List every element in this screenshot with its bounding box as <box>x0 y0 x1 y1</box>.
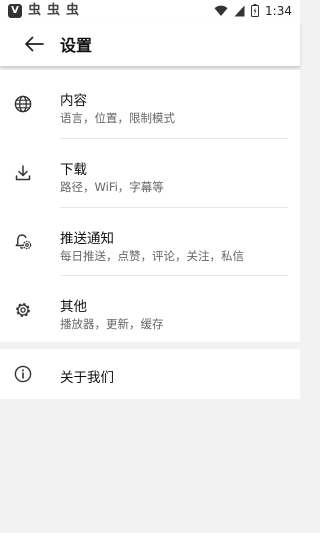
status-bar-system: 1:34 <box>214 2 300 21</box>
globe-icon <box>13 94 33 114</box>
settings-item-subtitle: 语言，位置，限制模式 <box>60 111 175 125</box>
notification-icon: 虫 <box>28 3 42 18</box>
page-title: 设置 <box>60 36 93 55</box>
app-bar: 设置 <box>0 22 300 66</box>
signal-icon <box>234 2 245 21</box>
settings-item-title: 下载 <box>60 162 87 178</box>
settings-item-title: 内容 <box>60 93 87 109</box>
settings-item-subtitle: 路径，WiFi，字幕等 <box>60 180 164 194</box>
settings-item-other[interactable]: 其他 播放器，更新，缓存 <box>0 276 300 343</box>
info-icon <box>13 364 33 384</box>
download-icon <box>13 163 33 183</box>
app-badge-icon: V <box>8 4 22 18</box>
gear-icon <box>13 300 33 320</box>
settings-screen: V 虫 虫 虫 1:34 设置 内容 语言，位置，限制模式 下载 路径，WiFi… <box>0 0 300 533</box>
settings-list: 内容 语言，位置，限制模式 下载 路径，WiFi，字幕等 推送通知 每日推送，点… <box>0 70 300 342</box>
status-bar: V 虫 虫 虫 1:34 <box>0 0 300 22</box>
status-time: 1:34 <box>265 4 292 18</box>
arrow-left-icon <box>25 36 44 52</box>
back-button[interactable] <box>14 24 54 64</box>
battery-icon <box>251 2 260 21</box>
notification-icon: 虫 <box>66 3 80 18</box>
settings-item-title: 推送通知 <box>60 231 114 247</box>
bell-settings-icon <box>13 232 33 252</box>
settings-item-title: 其他 <box>60 299 87 315</box>
settings-item-download[interactable]: 下载 路径，WiFi，字幕等 <box>0 139 300 206</box>
settings-item-push-notifications[interactable]: 推送通知 每日推送，点赞，评论，关注，私信 <box>0 208 300 275</box>
about-us-title: 关于我们 <box>60 370 114 386</box>
wifi-icon <box>214 2 228 21</box>
status-bar-notifications: V 虫 虫 虫 <box>0 4 79 18</box>
settings-item-subtitle: 播放器，更新，缓存 <box>60 317 164 331</box>
about-us-item[interactable]: 关于我们 <box>0 349 300 399</box>
settings-item-content[interactable]: 内容 语言，位置，限制模式 <box>0 70 300 137</box>
settings-item-subtitle: 每日推送，点赞，评论，关注，私信 <box>60 249 244 263</box>
notification-icon: 虫 <box>47 3 61 18</box>
